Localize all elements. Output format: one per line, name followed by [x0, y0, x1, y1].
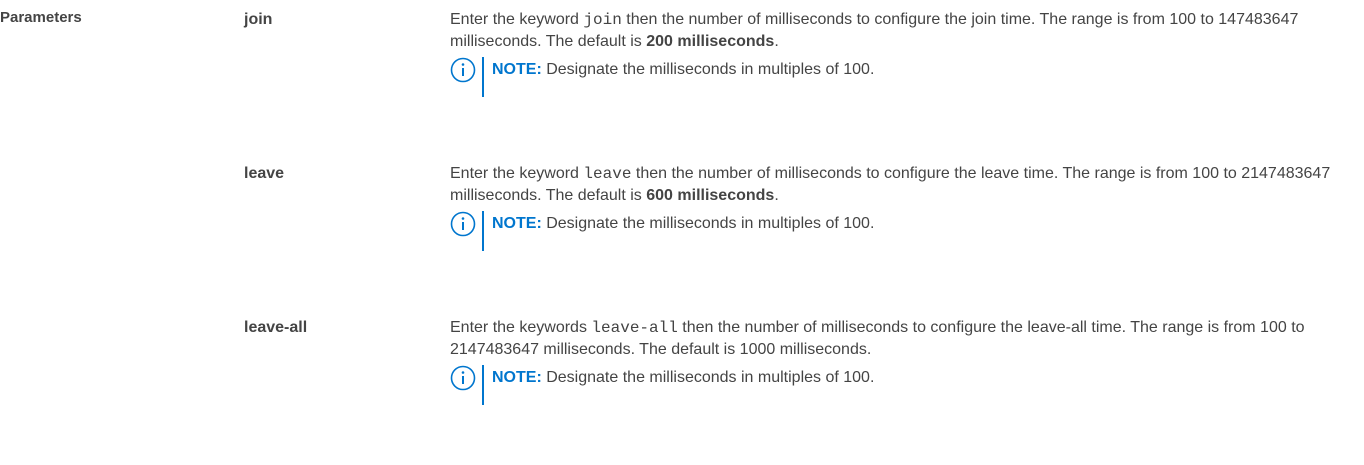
param-description: Enter the keyword leave then the number …	[450, 163, 1340, 251]
description-text: Enter the keywords leave-all then the nu…	[450, 317, 1340, 360]
param-description: Enter the keyword join then the number o…	[450, 9, 1340, 97]
note-callout: NOTE: Designate the milliseconds in mult…	[450, 211, 1340, 251]
note-divider	[482, 211, 484, 251]
desc-pre: Enter the keywords	[450, 319, 592, 336]
desc-pre: Enter the keyword	[450, 11, 584, 28]
keyword-code: leave	[583, 165, 632, 183]
note-body: Designate the milliseconds in multiples …	[541, 61, 875, 78]
note-label: NOTE:	[492, 215, 542, 232]
note-text: NOTE: Designate the milliseconds in mult…	[492, 367, 874, 388]
default-value: 600 milliseconds	[646, 187, 775, 204]
note-callout: NOTE: Designate the milliseconds in mult…	[450, 365, 1340, 405]
keyword-code: leave-all	[591, 319, 678, 337]
note-body: Designate the milliseconds in multiples …	[541, 215, 875, 232]
note-text: NOTE: Designate the milliseconds in mult…	[492, 213, 874, 234]
description-text: Enter the keyword leave then the number …	[450, 163, 1340, 206]
section-label: Parameters	[0, 9, 82, 26]
description-text: Enter the keyword join then the number o…	[450, 9, 1340, 52]
note-divider	[482, 365, 484, 405]
param-description: Enter the keywords leave-all then the nu…	[450, 317, 1340, 405]
default-value: 200 milliseconds	[646, 33, 775, 50]
info-circle-icon	[450, 365, 476, 391]
note-callout: NOTE: Designate the milliseconds in mult…	[450, 57, 1340, 97]
note-divider	[482, 57, 484, 97]
note-label: NOTE:	[492, 369, 542, 386]
info-circle-icon	[450, 211, 476, 237]
desc-end: .	[774, 33, 779, 50]
keyword-code: join	[583, 11, 622, 29]
note-label: NOTE:	[492, 61, 542, 78]
param-name: join	[244, 11, 273, 28]
param-name: leave-all	[244, 319, 308, 336]
desc-end: .	[774, 187, 779, 204]
desc-pre: Enter the keyword	[450, 165, 584, 182]
param-name: leave	[244, 165, 285, 182]
note-text: NOTE: Designate the milliseconds in mult…	[492, 59, 874, 80]
note-body: Designate the milliseconds in multiples …	[541, 369, 875, 386]
info-circle-icon	[450, 57, 476, 83]
